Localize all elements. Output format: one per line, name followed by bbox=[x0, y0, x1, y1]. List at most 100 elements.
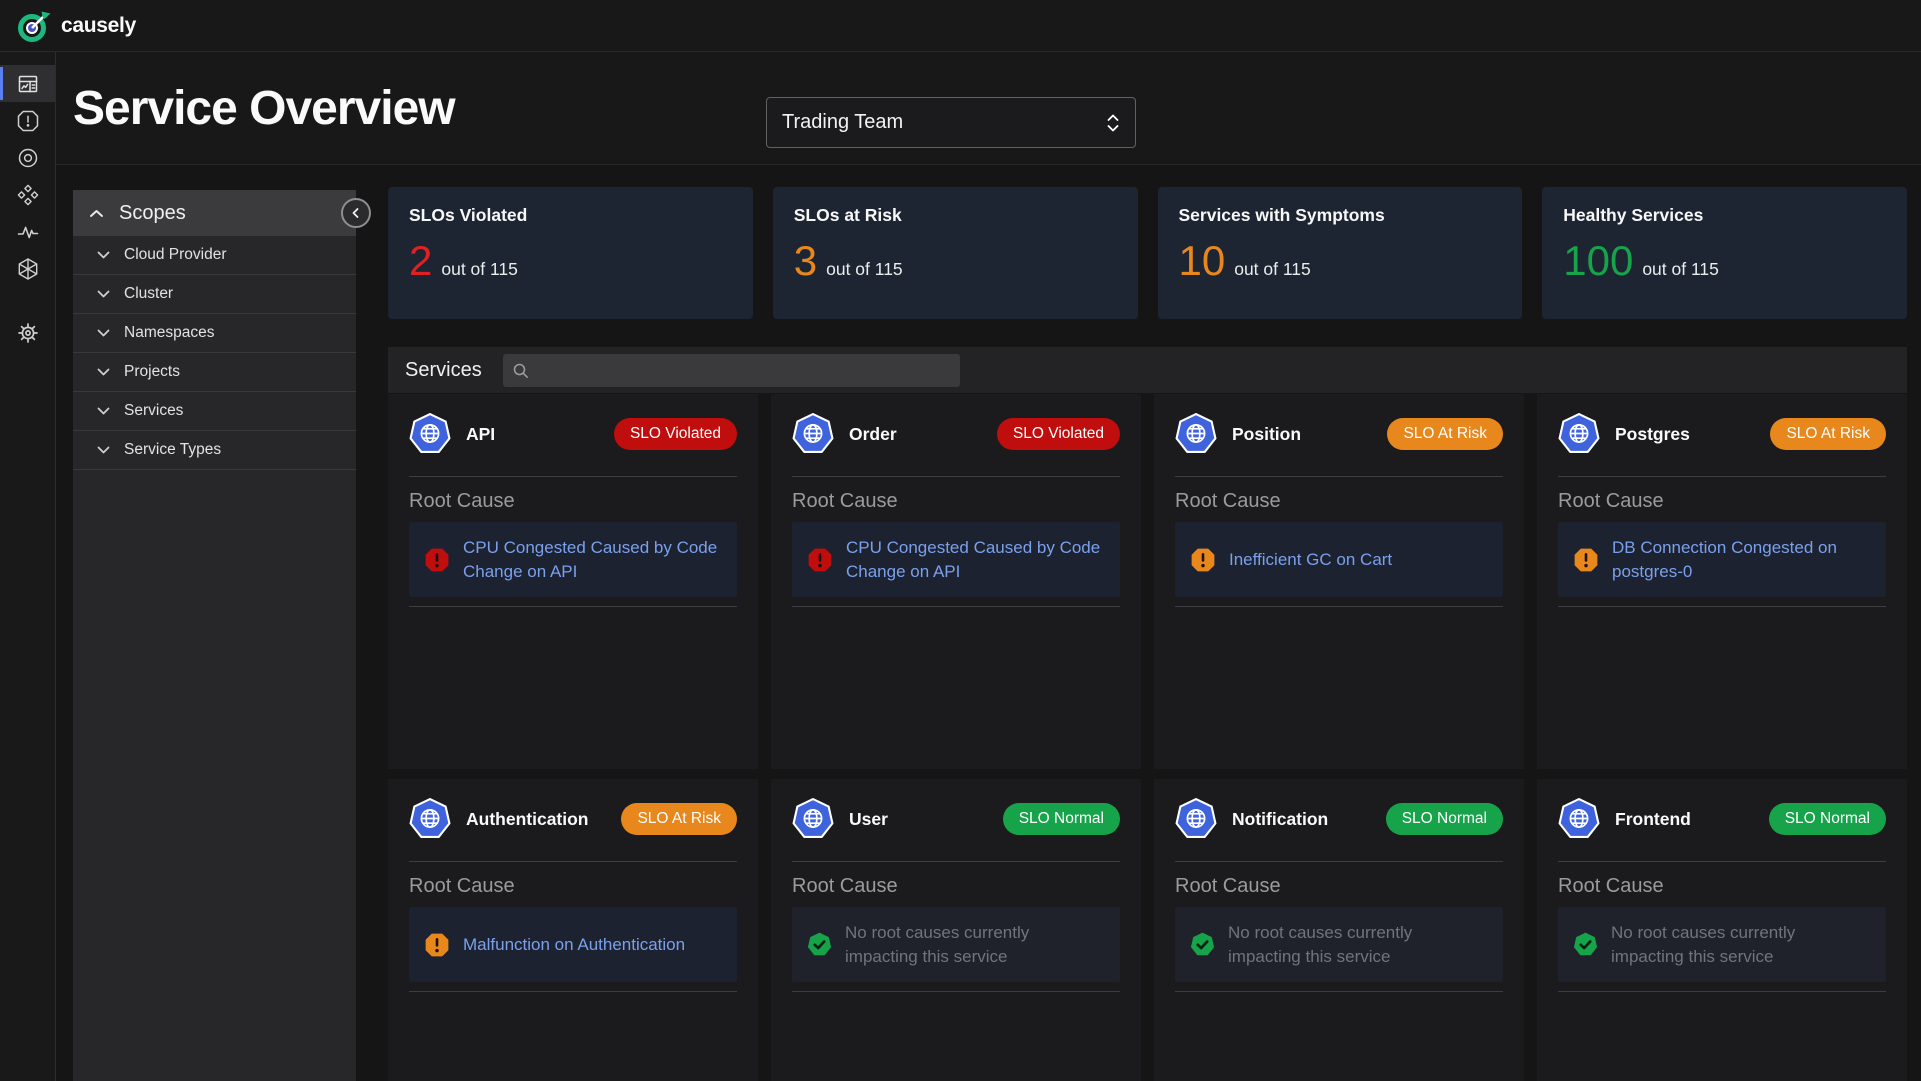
stat-card: Services with Symptoms 10 out of 115 bbox=[1158, 187, 1523, 319]
rail-item-alerts[interactable] bbox=[0, 102, 55, 139]
service-card-header: User SLO Normal bbox=[792, 798, 1120, 840]
team-selector[interactable]: Trading Team bbox=[766, 97, 1136, 148]
service-name: Frontend bbox=[1615, 809, 1691, 830]
scope-row-services[interactable]: Services bbox=[73, 392, 356, 431]
root-cause-row: No root causes currently impacting this … bbox=[792, 907, 1120, 982]
divider bbox=[1558, 476, 1886, 477]
root-cause-text[interactable]: Malfunction on Authentication bbox=[463, 933, 685, 957]
check-heptagon-icon bbox=[1573, 932, 1598, 957]
divider bbox=[792, 991, 1120, 992]
service-card-order[interactable]: Order SLO Violated Root Cause bbox=[771, 394, 1141, 769]
service-hexagon-icon bbox=[1175, 413, 1217, 455]
service-name: Authentication bbox=[466, 809, 589, 830]
root-cause-text[interactable]: CPU Congested Caused by Code Change on A… bbox=[463, 536, 722, 584]
rail-item-activity[interactable] bbox=[0, 213, 55, 250]
root-cause-row: Inefficient GC on Cart bbox=[1175, 522, 1503, 597]
service-card-header: Frontend SLO Normal bbox=[1558, 798, 1886, 840]
chevron-down-icon bbox=[97, 446, 110, 454]
divider bbox=[1558, 606, 1886, 607]
divider bbox=[792, 861, 1120, 862]
service-card-position[interactable]: Position SLO At Risk Root Cause bbox=[1154, 394, 1524, 769]
service-name: User bbox=[849, 809, 888, 830]
scope-row-cloud-provider[interactable]: Cloud Provider bbox=[73, 236, 356, 275]
rail-item-topology[interactable] bbox=[0, 176, 55, 213]
divider bbox=[409, 606, 737, 607]
service-name: Order bbox=[849, 424, 897, 445]
rail-item-dashboard[interactable] bbox=[0, 65, 55, 102]
slo-status-badge: SLO Violated bbox=[614, 418, 737, 450]
root-cause-row: CPU Congested Caused by Code Change on A… bbox=[409, 522, 737, 597]
stat-value-row: 10 out of 115 bbox=[1179, 240, 1502, 282]
scope-row-cluster[interactable]: Cluster bbox=[73, 275, 356, 314]
scopes-collapse-button[interactable] bbox=[341, 198, 371, 228]
scope-row-service-types[interactable]: Service Types bbox=[73, 431, 356, 470]
root-cause-row: No root causes currently impacting this … bbox=[1175, 907, 1503, 982]
rail-item-clusters[interactable] bbox=[0, 250, 55, 287]
scope-row-projects[interactable]: Projects bbox=[73, 353, 356, 392]
root-cause-text: No root causes currently impacting this … bbox=[1228, 921, 1488, 969]
root-cause-label: Root Cause bbox=[1175, 490, 1503, 513]
root-cause-label: Root Cause bbox=[1558, 875, 1886, 898]
service-card-header: Position SLO At Risk bbox=[1175, 413, 1503, 455]
stat-value: 100 bbox=[1563, 240, 1633, 282]
rail-item-root-causes[interactable] bbox=[0, 139, 55, 176]
service-card-api[interactable]: API SLO Violated Root Cause bbox=[388, 394, 758, 769]
scope-row-namespaces[interactable]: Namespaces bbox=[73, 314, 356, 353]
root-cause-row: Malfunction on Authentication bbox=[409, 907, 737, 982]
stat-card: SLOs at Risk 3 out of 115 bbox=[773, 187, 1138, 319]
service-name: Position bbox=[1232, 424, 1301, 445]
service-card-user[interactable]: User SLO Normal Root Cause bbox=[771, 779, 1141, 1081]
root-cause-row: CPU Congested Caused by Code Change on A… bbox=[792, 522, 1120, 597]
services-title: Services bbox=[405, 359, 482, 382]
services-search bbox=[503, 354, 960, 387]
service-card-notification[interactable]: Notification SLO Normal Root Cause bbox=[1154, 779, 1524, 1081]
chevron-down-icon bbox=[97, 251, 110, 259]
stat-label: Services with Symptoms bbox=[1179, 205, 1502, 226]
divider bbox=[1558, 991, 1886, 992]
stat-card: SLOs Violated 2 out of 115 bbox=[388, 187, 753, 319]
services-search-input[interactable] bbox=[537, 362, 951, 379]
search-icon bbox=[512, 362, 530, 380]
service-card-frontend[interactable]: Frontend SLO Normal Root Cause bbox=[1537, 779, 1907, 1081]
check-heptagon-icon bbox=[807, 932, 832, 957]
root-cause-text[interactable]: CPU Congested Caused by Code Change on A… bbox=[846, 536, 1105, 584]
divider bbox=[1558, 861, 1886, 862]
slo-status-badge: SLO Normal bbox=[1769, 803, 1886, 835]
service-hexagon-icon bbox=[792, 413, 834, 455]
causely-target-icon bbox=[16, 8, 52, 44]
divider bbox=[409, 991, 737, 992]
stat-value: 2 bbox=[409, 240, 432, 282]
scope-label: Namespaces bbox=[124, 324, 214, 342]
causely-logo: causely bbox=[16, 8, 136, 44]
divider bbox=[1175, 991, 1503, 992]
stat-label: SLOs at Risk bbox=[794, 205, 1117, 226]
slo-status-badge: SLO Violated bbox=[997, 418, 1120, 450]
service-card-postgres[interactable]: Postgres SLO At Risk Root Cause bbox=[1537, 394, 1907, 769]
stat-value: 10 bbox=[1179, 240, 1226, 282]
service-card-authentication[interactable]: Authentication SLO At Risk Root Cause bbox=[388, 779, 758, 1081]
stat-value-row: 2 out of 115 bbox=[409, 240, 732, 282]
slo-status-badge: SLO At Risk bbox=[621, 803, 737, 835]
stat-label: SLOs Violated bbox=[409, 205, 732, 226]
page-title: Service Overview bbox=[56, 81, 455, 136]
root-cause-label: Root Cause bbox=[1558, 490, 1886, 513]
service-card-header: Order SLO Violated bbox=[792, 413, 1120, 455]
divider bbox=[1175, 606, 1503, 607]
root-cause-text[interactable]: Inefficient GC on Cart bbox=[1229, 548, 1392, 572]
chevron-down-icon bbox=[97, 368, 110, 376]
page-header: Service Overview Trading Team bbox=[56, 52, 1921, 165]
slo-status-badge: SLO At Risk bbox=[1387, 418, 1503, 450]
rail-item-settings[interactable] bbox=[0, 314, 55, 351]
chevron-down-icon bbox=[97, 407, 110, 415]
main-area: Service Overview Trading Team Sc bbox=[56, 52, 1921, 1081]
services-panel: Services bbox=[388, 347, 1907, 1081]
root-cause-label: Root Cause bbox=[792, 490, 1120, 513]
root-cause-text[interactable]: DB Connection Congested on postgres-0 bbox=[1612, 536, 1871, 584]
error-octagon-icon bbox=[807, 547, 833, 573]
service-cards-grid: API SLO Violated Root Cause bbox=[388, 394, 1907, 1081]
service-hexagon-icon bbox=[409, 413, 451, 455]
scopes-header[interactable]: Scopes bbox=[73, 190, 356, 236]
divider bbox=[409, 861, 737, 862]
slo-status-badge: SLO Normal bbox=[1003, 803, 1120, 835]
stat-value: 3 bbox=[794, 240, 817, 282]
